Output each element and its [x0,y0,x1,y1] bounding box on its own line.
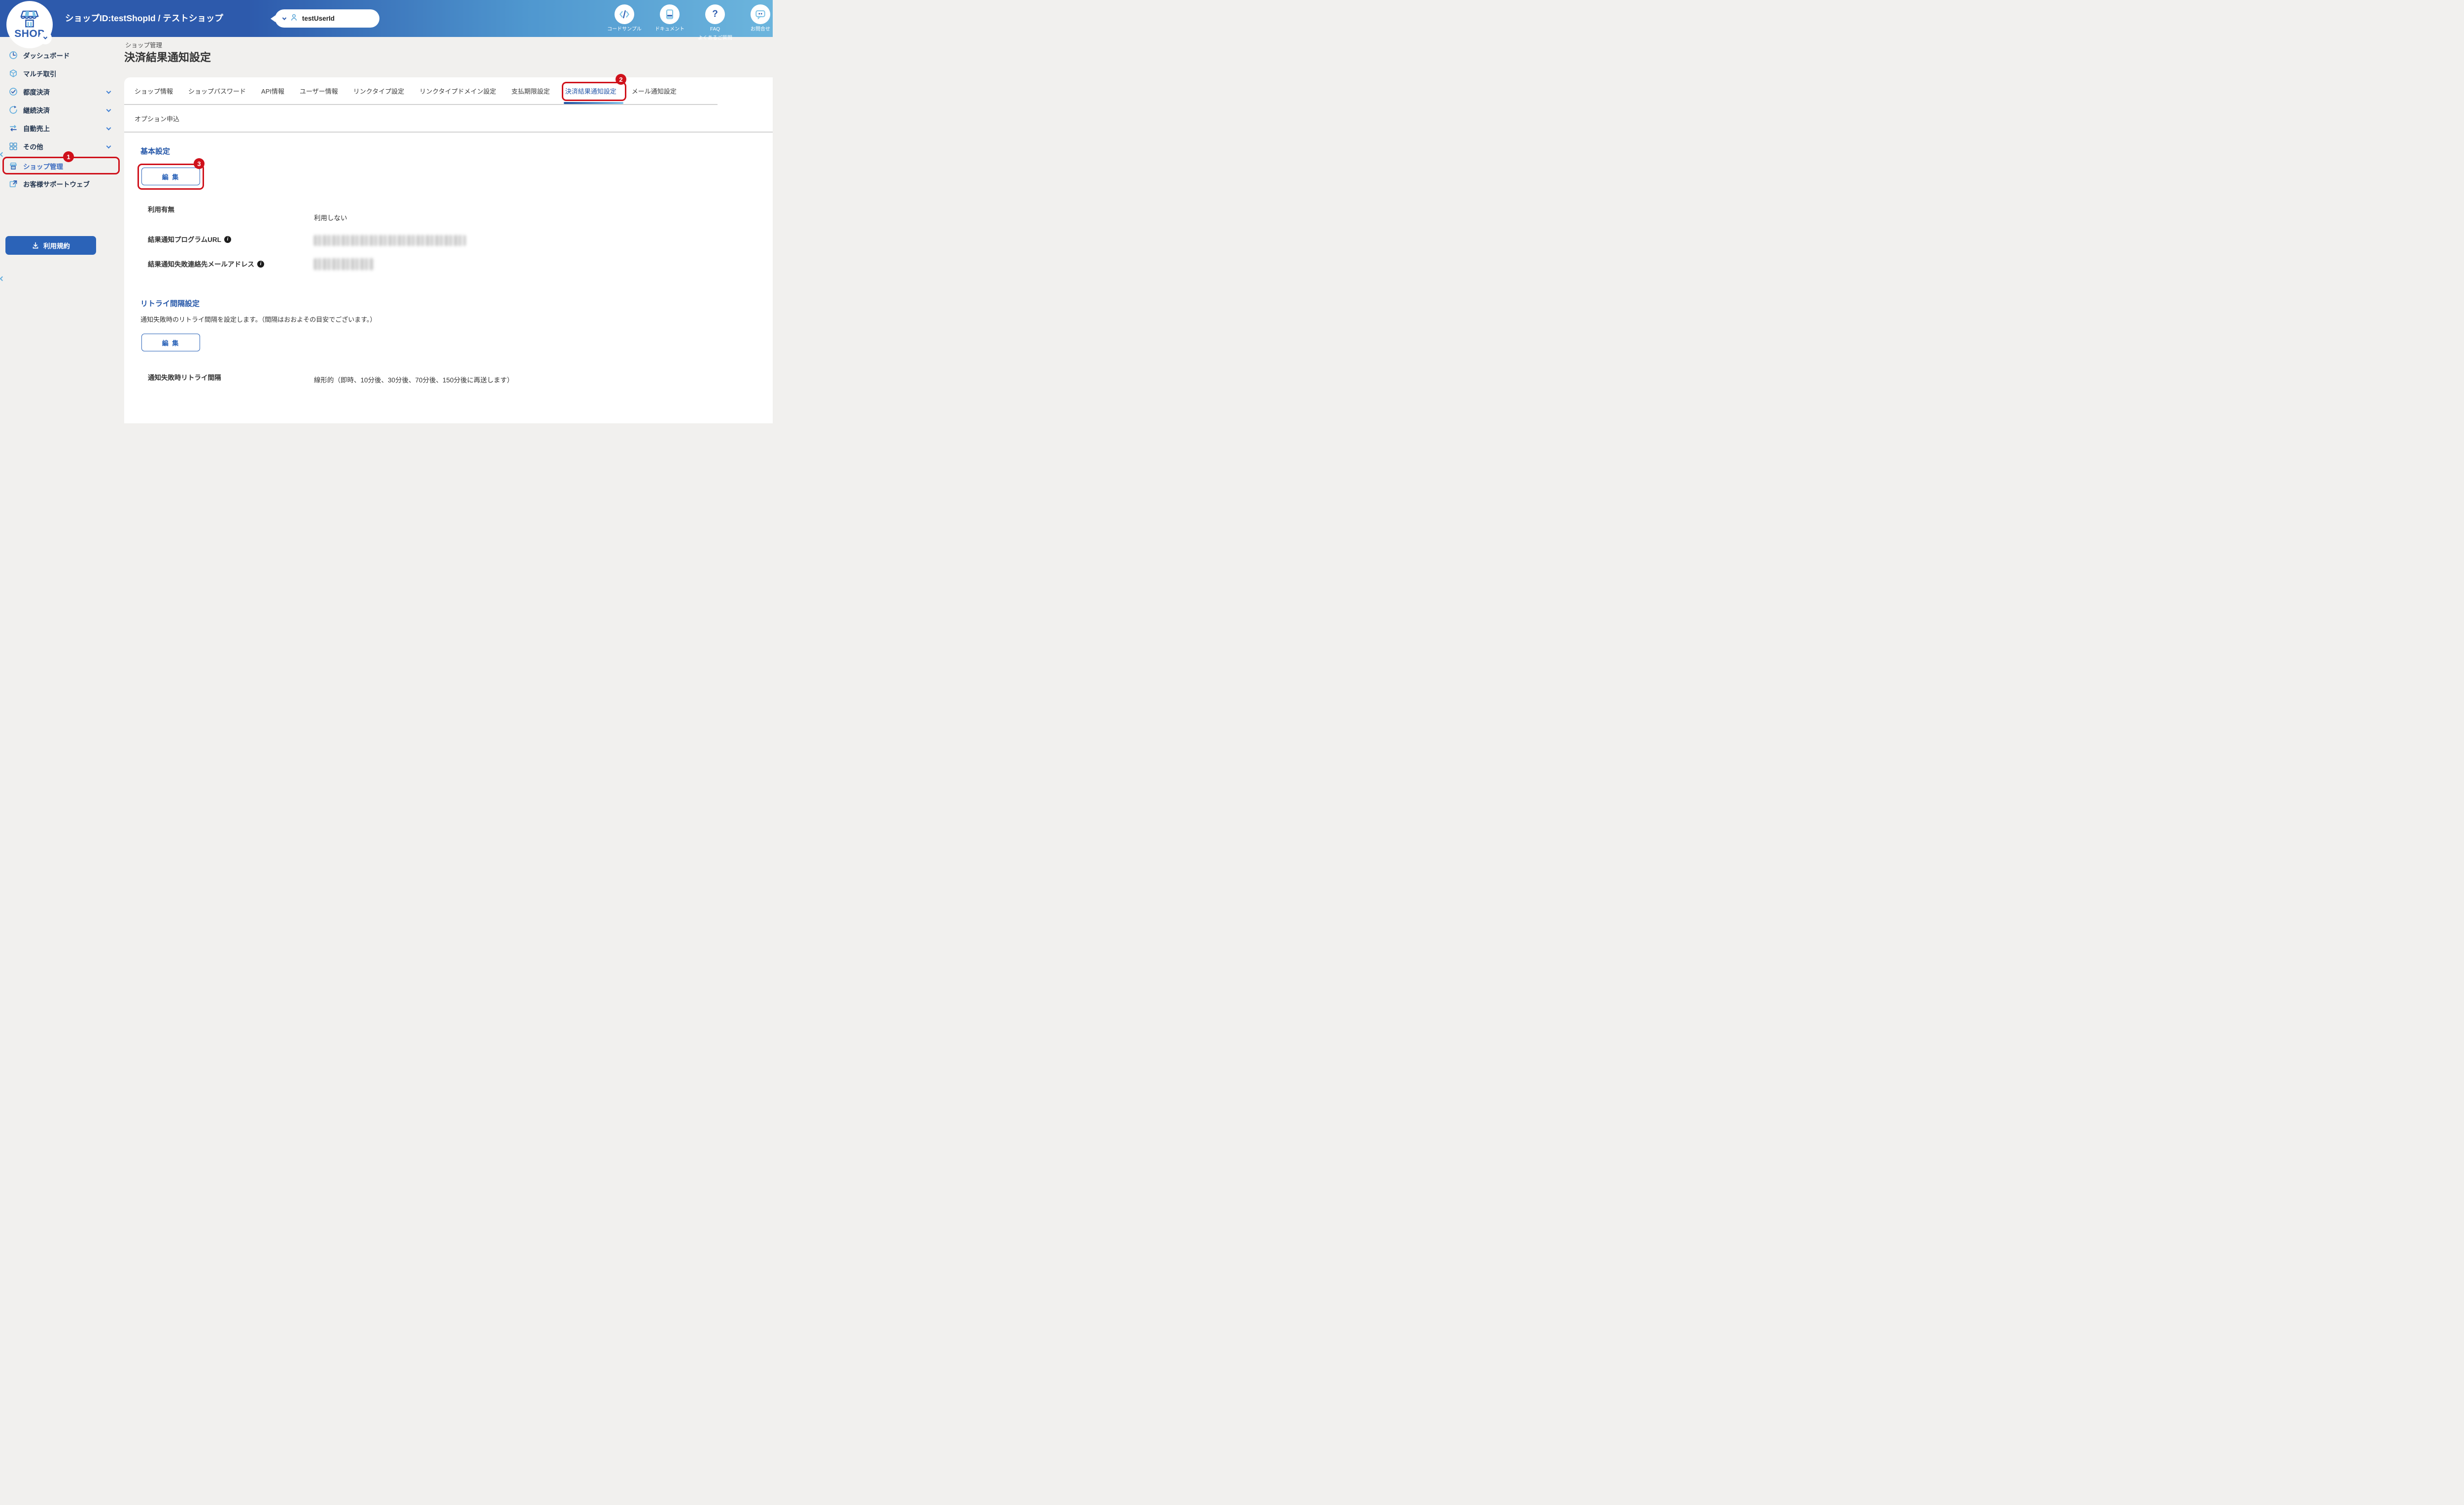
cube-icon [8,68,18,78]
subtab-divider [124,132,773,133]
refresh-icon [8,105,18,115]
sidebar-item-dashboard[interactable]: ダッシュボード [0,49,123,62]
annotation-badge-3: 3 [194,158,205,169]
redacted-value-url [314,235,466,246]
tool-sublabel: よくあるご質問 [698,35,732,42]
chevron-down-icon [106,89,111,94]
sidebar-item-recurring-payment[interactable]: 継続決済 [0,103,123,116]
chevron-down-icon [106,144,111,149]
shop-id-title: ショップID:testShopId / テストショップ [65,0,223,37]
grid-icon [8,141,18,151]
header-toolbar: コードサンプル ドキュメント FAQ よくあるご質問 お問合せ [605,4,780,41]
chevron-down-icon [106,107,111,112]
retry-settings-description: 通知失敗時のリトライ間隔を設定します。（間隔はおおよその目安でございます。） [140,314,376,324]
chevron-down-icon [282,16,286,20]
document-icon [660,4,680,24]
field-value-usage: 利用しない [314,212,347,222]
sidebar-item-label: ダッシュボード [23,50,70,60]
tab-bar: ショップ情報 ショップパスワード API情報 ユーザー情報 リンクタイプ設定 リ… [124,77,773,104]
breadcrumb[interactable]: ショップ管理 [125,40,162,49]
sidebar-item-label: 都度決済 [23,87,50,97]
check-circle-icon [8,87,18,97]
logo-expander[interactable] [39,32,52,44]
retry-edit-button[interactable]: 編 集 [141,334,200,351]
field-label-failure-mail: 結果通知失敗連絡先メールアドレス [148,259,264,269]
settings-card: ショップ情報 ショップパスワード API情報 ユーザー情報 リンクタイプ設定 リ… [124,77,773,423]
chevron-down-icon [43,35,47,39]
sidebar-collapse-icon[interactable] [0,276,4,281]
field-label-retry-interval: 通知失敗時リトライ間隔 [148,372,221,382]
annotation-badge-1: 1 [63,151,74,162]
code-icon [615,4,634,24]
sidebar-item-label: 継続決済 [23,105,50,115]
sidebar-item-label: マルチ取引 [23,68,57,78]
store-icon [8,161,18,171]
sidebar-item-label: その他 [23,141,43,151]
field-label-notify-url: 結果通知プログラムURL [148,234,231,244]
external-link-icon [8,179,18,189]
sidebar-item-others[interactable]: その他 [0,140,123,153]
download-icon [32,241,39,249]
tab-link-type-domain[interactable]: リンクタイプドメイン設定 [419,86,496,96]
user-icon [290,13,298,24]
repeat-icon [8,123,18,133]
info-icon[interactable] [224,236,231,243]
page-title: 決済結果通知設定 [124,49,211,65]
sidebar-item-label: 自動売上 [23,123,50,133]
user-id-label: testUserId [302,15,335,22]
chat-icon [751,4,770,24]
code-sample-button[interactable]: コードサンプル [605,4,644,41]
sidebar-item-auto-sales[interactable]: 自動売上 [0,122,123,135]
field-label-usage: 利用有無 [148,204,174,214]
chevron-down-icon [106,126,111,131]
active-tab-underline [564,102,623,104]
sidebar-collapse-icon[interactable] [0,152,4,157]
sidebar: ダッシュボード マルチ取引 都度決済 継続決済 自動売上 その他 ショップ管理 … [0,37,123,423]
user-menu[interactable]: testUserId [275,9,379,28]
storefront-icon [18,9,41,29]
question-icon [705,4,725,24]
sidebar-item-multi-transaction[interactable]: マルチ取引 [0,67,123,80]
info-icon[interactable] [257,261,264,268]
faq-button[interactable]: FAQ よくあるご質問 [696,4,734,41]
tab-mail-notify[interactable]: メール通知設定 [632,86,677,96]
tool-label: お問合せ [751,26,770,33]
tab-payment-deadline[interactable]: 支払期限設定 [512,86,550,96]
tab-payment-result-notify[interactable]: 決済結果通知設定 [565,86,616,96]
dashboard-icon [8,50,18,60]
field-value-retry-interval: 線形的（即時、10分後、30分後、70分後、150分後に再送します） [314,375,513,384]
terms-button-label: 利用規約 [43,240,70,250]
annotation-badge-2: 2 [616,74,626,85]
retry-settings-heading: リトライ間隔設定 [140,298,200,308]
tab-shop-password[interactable]: ショップパスワード [188,86,246,96]
terms-of-use-button[interactable]: 利用規約 [5,236,96,255]
tool-label: FAQ [710,26,720,33]
tab-link-type[interactable]: リンクタイプ設定 [353,86,404,96]
redacted-value-email [314,258,374,270]
pill-notch [271,15,275,22]
tab-label: 決済結果通知設定 [565,88,616,95]
basic-settings-heading: 基本設定 [140,146,170,156]
sidebar-item-support-web[interactable]: お客様サポートウェブ [0,177,123,190]
document-button[interactable]: ドキュメント [650,4,689,41]
sidebar-item-shop-admin[interactable]: ショップ管理 [0,160,123,172]
contact-button[interactable]: お問合せ [741,4,780,41]
basic-edit-button[interactable]: 編 集 [141,168,200,185]
field-label-text: 結果通知プログラムURL [148,236,221,243]
tool-label: ドキュメント [655,26,684,33]
subtab-bar: オプション申込 [124,105,773,132]
tool-label: コードサンプル [607,26,642,33]
sidebar-item-per-payment[interactable]: 都度決済 [0,85,123,98]
sidebar-item-label: ショップ管理 [23,161,63,171]
tab-option-apply[interactable]: オプション申込 [135,114,179,123]
tab-api-info[interactable]: API情報 [261,86,284,96]
app-header: ショップID:testShopId / テストショップ testUserId コ… [0,0,773,37]
tab-user-info[interactable]: ユーザー情報 [300,86,338,96]
app-logo[interactable]: SHOP [6,1,53,48]
sidebar-item-label: お客様サポートウェブ [23,179,90,189]
field-label-text: 結果通知失敗連絡先メールアドレス [148,261,254,268]
tab-shop-info[interactable]: ショップ情報 [135,86,173,96]
